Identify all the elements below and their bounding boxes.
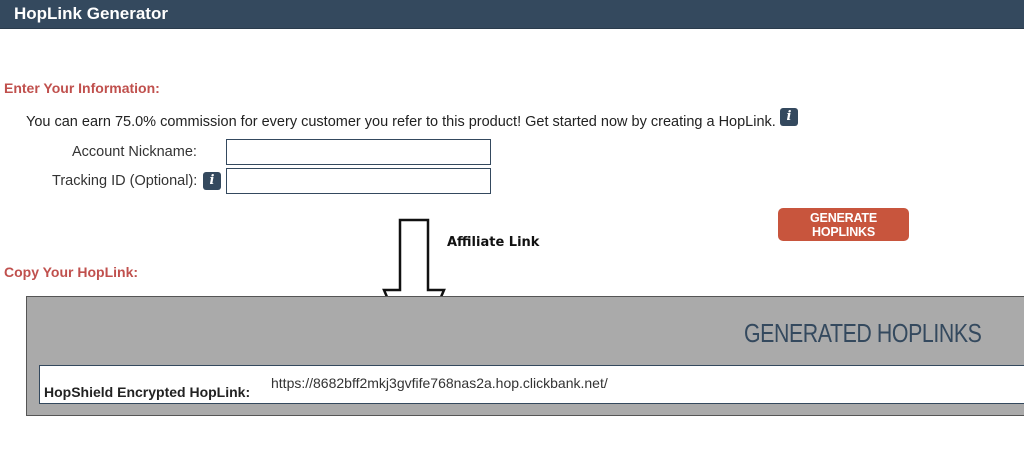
hoplink-row: HopShield Encrypted HopLink: https://868… bbox=[39, 365, 1024, 404]
tracking-id-input[interactable] bbox=[226, 168, 491, 194]
panel-title: Generated HopLinks bbox=[744, 318, 982, 348]
title-bar: HopLink Generator bbox=[0, 0, 1024, 29]
affiliate-link-annotation: Affiliate Link bbox=[447, 235, 540, 250]
info-icon[interactable]: i bbox=[780, 108, 798, 126]
tracking-id-label: Tracking ID (Optional): bbox=[52, 173, 198, 189]
account-nickname-label: Account Nickname: bbox=[72, 144, 197, 160]
account-nickname-input[interactable] bbox=[226, 139, 491, 165]
tracking-info-icon[interactable]: i bbox=[203, 172, 221, 190]
page-title: HopLink Generator bbox=[14, 4, 168, 23]
hoplink-label: HopShield Encrypted HopLink: bbox=[44, 384, 251, 400]
generated-hoplinks-panel: Generated HopLinks HopShield Encrypted H… bbox=[26, 296, 1024, 416]
enter-info-heading: Enter Your Information: bbox=[4, 80, 160, 96]
commission-intro-text: You can earn 75.0% commission for every … bbox=[26, 114, 776, 130]
generate-hoplinks-button[interactable]: Generate HopLinks bbox=[778, 208, 909, 241]
hoplink-url[interactable]: https://8682bff2mkj3gvfife768nas2a.hop.c… bbox=[271, 375, 608, 391]
copy-hoplink-heading: Copy Your HopLink: bbox=[4, 264, 139, 280]
